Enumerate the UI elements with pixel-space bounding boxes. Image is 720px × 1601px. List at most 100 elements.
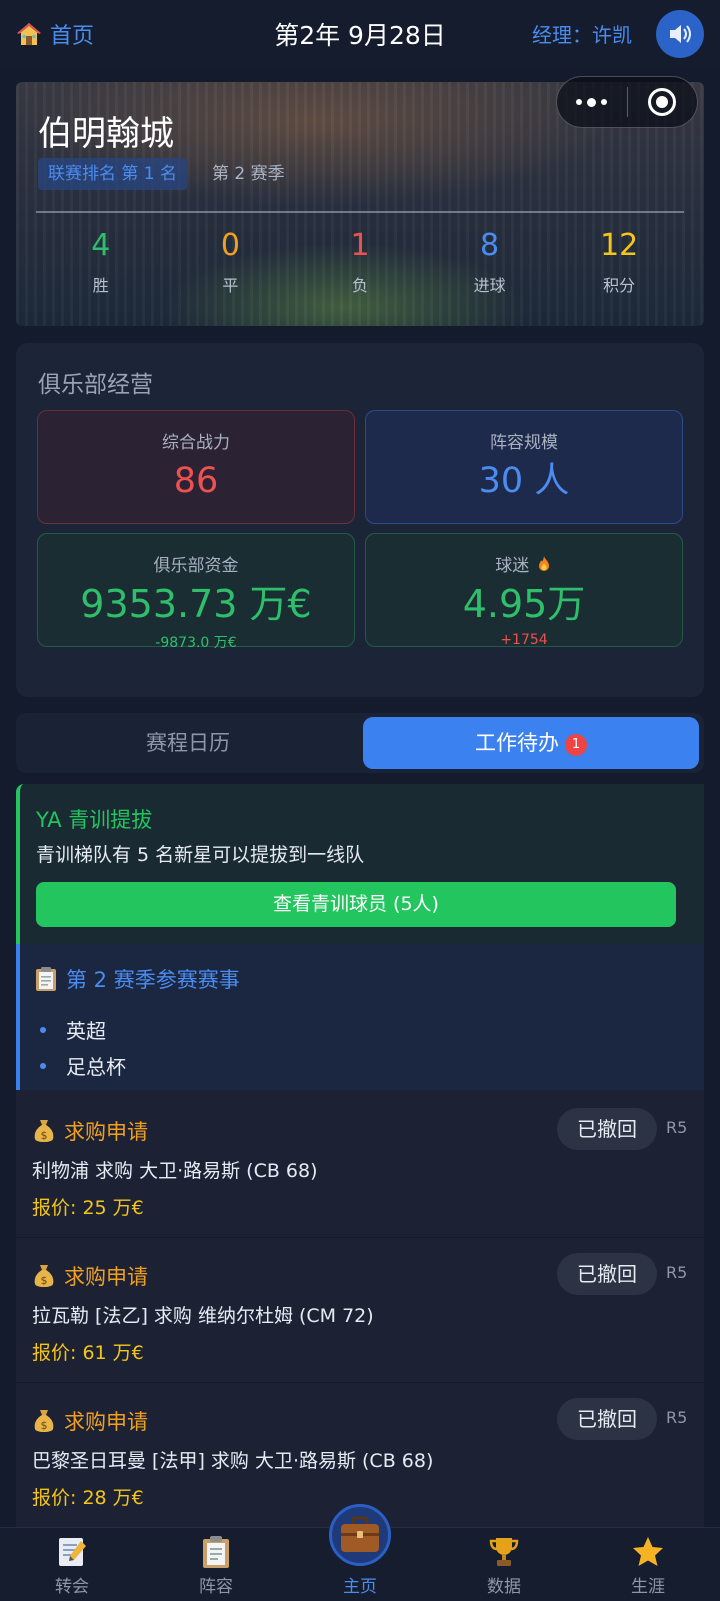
competition-item: 足总杯 (40, 1051, 126, 1080)
club-funds-card[interactable]: 俱乐部资金 9353.73 万€ -9873.0 万€ (37, 533, 355, 651)
close-miniprogram-button[interactable] (628, 77, 698, 127)
competition-name: 英超 (66, 1019, 106, 1043)
more-dots-icon (576, 99, 583, 105)
offer-status-button[interactable]: 已撤回 (557, 1253, 657, 1295)
task-description: 青训梯队有 5 名新星可以提拔到一线队 (36, 844, 365, 866)
club-management-panel: 俱乐部经营 综合战力 86 阵容规模 30 人 俱乐部资金 9353.73 万€… (16, 343, 704, 697)
youth-promotion-task: YA 青训提拔 青训梯队有 5 名新星可以提拔到一线队 查看青训球员 (5人) (16, 784, 704, 944)
view-youth-players-button[interactable]: 查看青训球员 (5人) (36, 882, 676, 927)
offer-title-row: $ 求购申请 (32, 1116, 148, 1146)
offer-price: 报价: 25 万€ (32, 1197, 144, 1219)
offer-title: 求购申请 (64, 1120, 148, 1144)
stat-label: 胜 (92, 276, 109, 295)
section-title: 俱乐部经营 (38, 372, 153, 398)
competition-item: 英超 (40, 1015, 106, 1044)
stat-value: 8 (480, 228, 500, 263)
offer-title: 求购申请 (64, 1410, 148, 1434)
club-name: 伯明翰城 (38, 114, 174, 154)
offer-status-button[interactable]: 已撤回 (557, 1398, 657, 1440)
offer-description: 利物浦 求购 大卫·路易斯 (CB 68) (32, 1160, 318, 1182)
money-bag-icon: $ (34, 1410, 54, 1432)
clipboard-icon (196, 1532, 236, 1572)
season-competitions-task: 第 2 赛季参赛赛事 英超 足总杯 (16, 944, 704, 1090)
miniprogram-capsule (556, 76, 698, 128)
more-dots-icon (601, 99, 608, 105)
stat-label: 负 (351, 276, 368, 295)
metric-label: 俱乐部资金 (153, 556, 239, 576)
nav-squad[interactable]: 阵容 (144, 1528, 288, 1601)
metric-label: 阵容规模 (490, 433, 558, 453)
offer-title-row: $ 求购申请 (32, 1261, 148, 1291)
bullet (40, 1026, 46, 1033)
offer-description: 巴黎圣日耳曼 [法甲] 求购 大卫·路易斯 (CB 68) (32, 1450, 434, 1472)
target-icon (648, 88, 677, 116)
offer-round: R5 (666, 1408, 688, 1427)
fans-card[interactable]: 球迷 4.95万 +1754 (365, 533, 683, 648)
metric-change: -9873.0 万€ (155, 635, 237, 651)
metric-value: 30 人 (478, 461, 570, 501)
nav-transfer[interactable]: 转会 (0, 1528, 144, 1601)
svg-text:$: $ (41, 1129, 48, 1142)
home-label: 首页 (50, 24, 95, 49)
transfer-offers-list: $ 求购申请 利物浦 求购 大卫·路易斯 (CB 68) 报价: 25 万€ 已… (16, 1090, 704, 1530)
squad-size-card[interactable]: 阵容规模 30 人 (365, 410, 683, 524)
briefcase-icon (341, 1516, 379, 1552)
overall-power-card[interactable]: 综合战力 86 (37, 410, 355, 524)
speaker-icon (670, 25, 691, 43)
transfer-offer-item[interactable]: $ 求购申请 拉瓦勒 [法乙] 求购 维纳尔杜姆 (CM 72) 报价: 61 … (16, 1235, 704, 1383)
fire-icon (538, 556, 549, 571)
home-link[interactable]: 首页 (16, 18, 94, 50)
metric-value: 86 (173, 461, 219, 501)
task-title: 第 2 赛季参赛赛事 (66, 968, 240, 992)
nav-label: 转会 (55, 1577, 89, 1597)
notification-badge: 1 (565, 734, 587, 756)
manager-name[interactable]: 经理：许凯 (532, 19, 632, 48)
more-dots-icon (587, 97, 597, 107)
stat-label: 进球 (473, 276, 506, 295)
league-rank-badge: 联赛排名 第 1 名 (38, 158, 188, 190)
home-tabs: 赛程日历 工作待办 1 (16, 713, 704, 773)
tab-todo[interactable]: 工作待办 1 (363, 717, 699, 769)
nav-career[interactable]: 生涯 (576, 1528, 720, 1601)
metric-label-row: 球迷 (366, 551, 682, 576)
sound-toggle-button[interactable] (656, 10, 704, 58)
offer-price: 报价: 28 万€ (32, 1487, 144, 1509)
more-options-button[interactable] (557, 77, 627, 127)
metric-change: +1754 (500, 632, 548, 648)
stat-value: 1 (350, 228, 370, 263)
nav-label: 阵容 (199, 1577, 233, 1597)
season-label: 第 2 赛季 (212, 164, 285, 184)
nav-label: 数据 (487, 1577, 521, 1597)
stat-value: 12 (600, 228, 639, 263)
metric-value: 9353.73 万€ (80, 582, 312, 626)
money-bag-icon: $ (34, 1265, 54, 1287)
stat-wins: 4 胜 (36, 228, 166, 296)
metric-label: 球迷 (495, 556, 530, 576)
house-icon (17, 23, 41, 45)
offer-title-row: $ 求购申请 (32, 1406, 148, 1436)
offer-round: R5 (666, 1118, 688, 1137)
money-bag-icon: $ (34, 1120, 54, 1142)
divider (36, 211, 684, 213)
star-icon (628, 1532, 668, 1572)
metric-label: 综合战力 (162, 433, 230, 453)
season-stats: 4 胜 0 平 1 负 8 进球 12 积分 (36, 228, 684, 296)
stat-value: 4 (91, 228, 111, 263)
stat-value: 0 (220, 228, 240, 263)
stat-label: 平 (222, 276, 239, 295)
stat-label: 积分 (603, 276, 636, 295)
nav-label: 生涯 (631, 1577, 665, 1597)
task-title-row: 第 2 赛季参赛赛事 (34, 964, 240, 994)
offer-status-button[interactable]: 已撤回 (557, 1108, 657, 1150)
transfer-offer-item[interactable]: $ 求购申请 利物浦 求购 大卫·路易斯 (CB 68) 报价: 25 万€ 已… (16, 1090, 704, 1238)
tab-label: 工作待办 (475, 731, 559, 755)
svg-text:$: $ (41, 1274, 48, 1287)
nav-label: 主页 (343, 1577, 377, 1597)
task-title: YA 青训提拔 (36, 808, 153, 832)
metric-value: 4.95万 (462, 582, 586, 626)
offer-title: 求购申请 (64, 1265, 148, 1289)
tab-calendar[interactable]: 赛程日历 (20, 717, 356, 769)
trophy-icon (484, 1532, 524, 1572)
nav-data[interactable]: 数据 (432, 1528, 576, 1601)
home-center-button[interactable] (329, 1504, 391, 1566)
